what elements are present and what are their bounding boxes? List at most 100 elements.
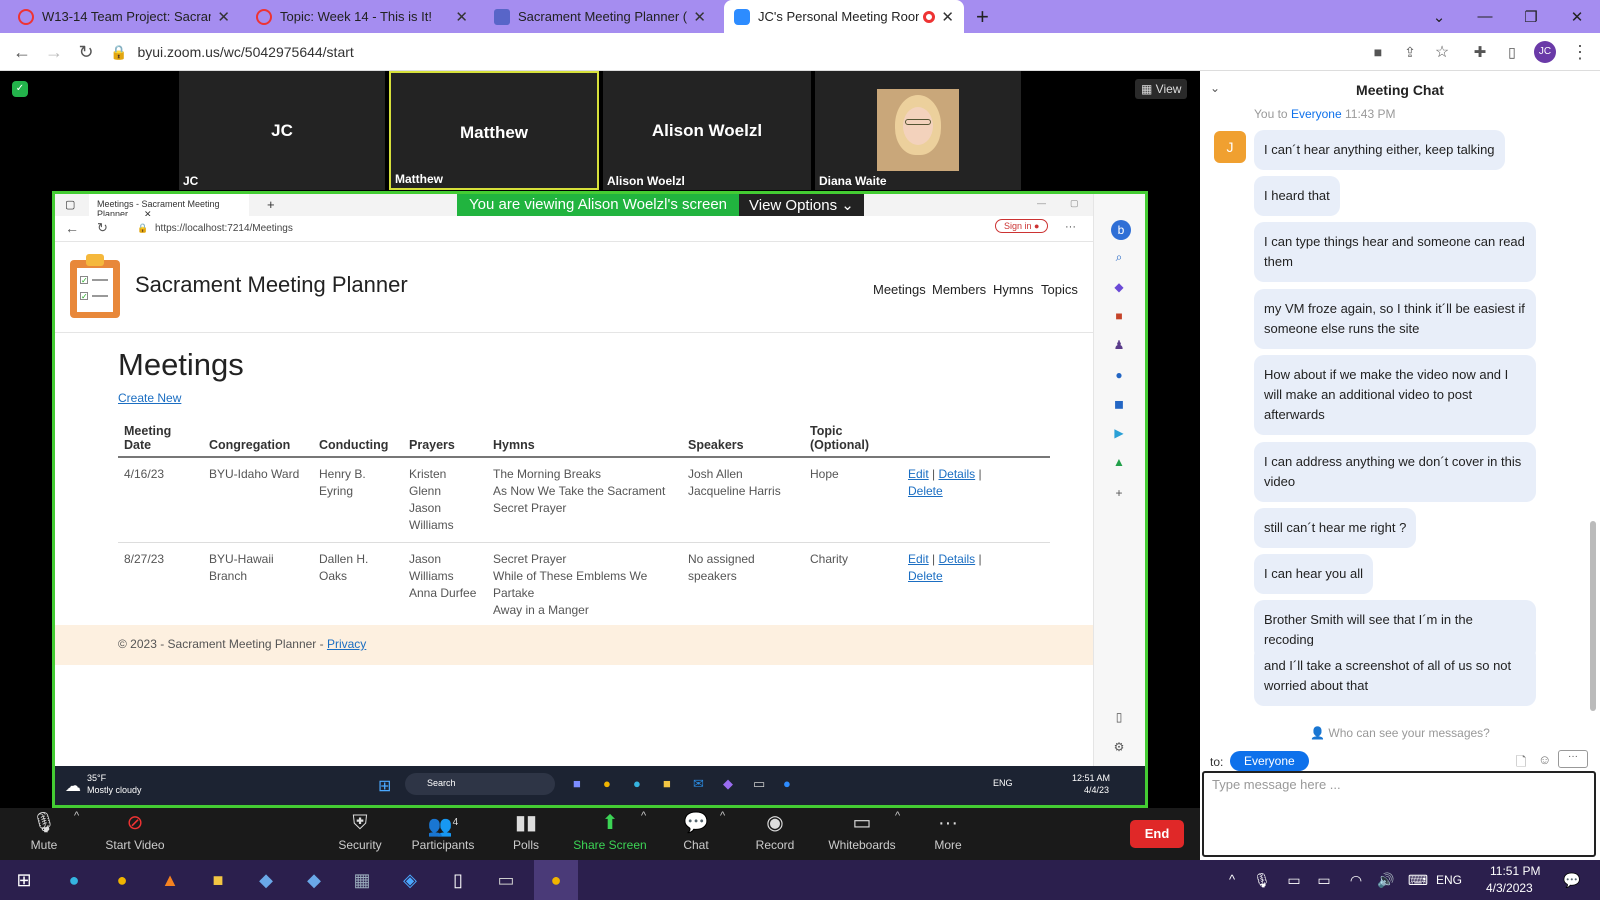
hymn-name: The Morning Breaks: [493, 467, 602, 481]
display-icon[interactable]: ▭: [1282, 868, 1306, 892]
windows-start-icon[interactable]: ⊞: [12, 868, 36, 892]
tab-search-icon[interactable]: ⌄: [1416, 0, 1462, 33]
mail-icon: ✉: [693, 776, 704, 791]
sidepanel-icon[interactable]: ▯: [1498, 38, 1526, 66]
shared-address-bar: ← ↻ 🔒 https://localhost:7214/Meetings Si…: [55, 216, 1145, 242]
clock-date[interactable]: 4/3/2023: [1486, 881, 1533, 895]
chat-panel: ⌄ Meeting Chat You to Everyone 11:43 PM …: [1200, 71, 1600, 860]
chrome-icon[interactable]: ●: [110, 868, 134, 892]
lang-indicator[interactable]: ENG: [1436, 873, 1462, 887]
people-icon: 👥4: [427, 815, 459, 838]
emoji-icon[interactable]: ☺: [1538, 752, 1551, 767]
restore-button[interactable]: ❐: [1508, 0, 1554, 33]
settings-gear-icon: ⚙: [1113, 740, 1125, 754]
close-tab-icon[interactable]: ✕: [217, 8, 230, 26]
close-tab-icon[interactable]: ✕: [455, 8, 468, 26]
url-field[interactable]: 🔒 byui.zoom.us/wc/5042975644/start: [110, 38, 1310, 66]
weather-temp: 35°F: [87, 773, 107, 783]
folder-icon[interactable]: ■: [206, 868, 230, 892]
vs-icon[interactable]: ◆: [254, 868, 278, 892]
chat-message: and I´ll take a screenshot of all of us …: [1254, 646, 1536, 706]
maximize-icon: ▢: [1070, 198, 1079, 208]
chrome-profile-icon[interactable]: ●: [534, 860, 578, 900]
browser-tab-active[interactable]: JC's Personal Meeting Room ✕: [724, 0, 964, 33]
hymn-name: While of These Emblems We Partake: [493, 569, 648, 600]
vs-code-icon[interactable]: ◆: [302, 868, 326, 892]
vlc-icon[interactable]: ▲: [158, 868, 182, 892]
menu-icon[interactable]: ⋮: [1566, 38, 1594, 66]
microphone-icon[interactable]: 🎙: [1250, 868, 1274, 892]
more-options-icon[interactable]: ···: [1558, 750, 1588, 768]
share-icon[interactable]: ⇪: [1396, 38, 1424, 66]
edge-icon[interactable]: ●: [62, 868, 86, 892]
polls-button[interactable]: ▮▮ Polls: [486, 808, 566, 860]
chat-message: I heard that: [1254, 176, 1340, 216]
participants-button[interactable]: 👥4 Participants: [400, 808, 486, 860]
app-icon[interactable]: ◈: [398, 868, 422, 892]
battery-icon[interactable]: ▭: [1312, 868, 1336, 892]
video-tile[interactable]: Diana Waite: [815, 71, 1021, 190]
briefcase-icon: ■: [1115, 309, 1123, 323]
chevron-up-icon[interactable]: ^: [641, 810, 646, 822]
sign-in-label: Sign in: [1004, 221, 1032, 231]
new-tab-button[interactable]: +: [976, 4, 989, 30]
cell-date: 8/27/23: [118, 542, 203, 628]
wifi-icon[interactable]: ◠: [1344, 868, 1368, 892]
search-box: Search: [405, 773, 555, 795]
chevron-up-icon[interactable]: ^: [74, 810, 79, 822]
notification-icon[interactable]: 💬: [1560, 868, 1584, 892]
share-screen-button[interactable]: ⬆ Share Screen: [570, 808, 650, 860]
close-tab-icon[interactable]: ✕: [693, 8, 706, 26]
whiteboards-button[interactable]: ▭ Whiteboards: [818, 808, 906, 860]
reload-icon[interactable]: ↻: [72, 38, 100, 66]
security-button[interactable]: ⛨ Security: [320, 808, 400, 860]
who-can-see-link[interactable]: 👤 Who can see your messages?: [1200, 726, 1600, 740]
whiteboards-label: Whiteboards: [828, 838, 896, 852]
close-window-button[interactable]: ✕: [1554, 0, 1600, 33]
hymn-name: As Now We Take the Sacrament: [493, 484, 666, 498]
chat-message-input[interactable]: Type message here ...: [1202, 771, 1596, 857]
bookmark-star-icon[interactable]: ☆: [1428, 38, 1456, 66]
chevron-up-icon[interactable]: ^: [895, 810, 900, 822]
extensions-icon[interactable]: ✚: [1466, 38, 1494, 66]
camera-icon[interactable]: ■: [1364, 38, 1392, 66]
chevron-up-icon[interactable]: ^: [1220, 868, 1244, 892]
clock-time[interactable]: 11:51 PM: [1490, 864, 1540, 878]
chat-message: still can´t hear me right ?: [1254, 508, 1417, 548]
video-tile[interactable]: JC JC: [179, 71, 385, 190]
speaker-icon[interactable]: 🔊: [1374, 868, 1398, 892]
profile-avatar[interactable]: JC: [1534, 41, 1556, 63]
start-video-button[interactable]: ⊘ Start Video: [94, 808, 176, 860]
chevron-up-icon[interactable]: ^: [720, 810, 725, 822]
more-button[interactable]: ··· More: [908, 808, 988, 860]
polls-label: Polls: [512, 838, 539, 852]
view-button[interactable]: ▦ View: [1135, 79, 1188, 99]
view-options-button[interactable]: View Options ⌄: [739, 194, 864, 217]
tree-icon: ▲: [1113, 455, 1125, 469]
browser-tab[interactable]: Topic: Week 14 - This is It! ✕: [246, 0, 478, 33]
terminal-icon[interactable]: ▭: [494, 868, 518, 892]
record-button[interactable]: ◉ Record: [735, 808, 815, 860]
document-icon[interactable]: ▯: [446, 868, 470, 892]
browser-tab[interactable]: W13-14 Team Project: Sacrament ✕: [8, 0, 240, 33]
calculator-icon[interactable]: ▦: [350, 868, 374, 892]
end-meeting-button[interactable]: End: [1130, 820, 1184, 848]
video-tile[interactable]: Alison Woelzl Alison Woelzl: [603, 71, 811, 190]
participant-label: Alison Woelzl: [607, 174, 685, 188]
video-tile-speaking[interactable]: Matthew Matthew: [389, 71, 599, 190]
windows-start-icon: ⊞: [378, 778, 392, 795]
forward-arrow-icon[interactable]: →: [40, 38, 68, 66]
cell-speakers: Josh Allen Jacqueline Harris: [682, 457, 804, 543]
close-tab-icon[interactable]: ✕: [941, 8, 954, 26]
back-arrow-icon[interactable]: ←: [8, 38, 36, 66]
chat-scrollbar[interactable]: [1590, 521, 1596, 711]
minimize-button[interactable]: —: [1462, 0, 1508, 33]
browser-tab[interactable]: Sacrament Meeting Planner (CIT ✕: [484, 0, 716, 33]
keyboard-icon[interactable]: ⌨: [1406, 868, 1430, 892]
mute-button[interactable]: 🎙 Mute: [4, 808, 84, 860]
chat-meta: You to Everyone 11:43 PM: [1254, 107, 1395, 121]
recipient-dropdown[interactable]: Everyone: [1230, 751, 1309, 771]
viewing-screen-label: You are viewing Alison Woelzl's screen: [457, 194, 740, 217]
tab-title: Sacrament Meeting Planner (CIT: [518, 9, 688, 24]
encryption-shield-icon[interactable]: ✓: [12, 81, 28, 97]
